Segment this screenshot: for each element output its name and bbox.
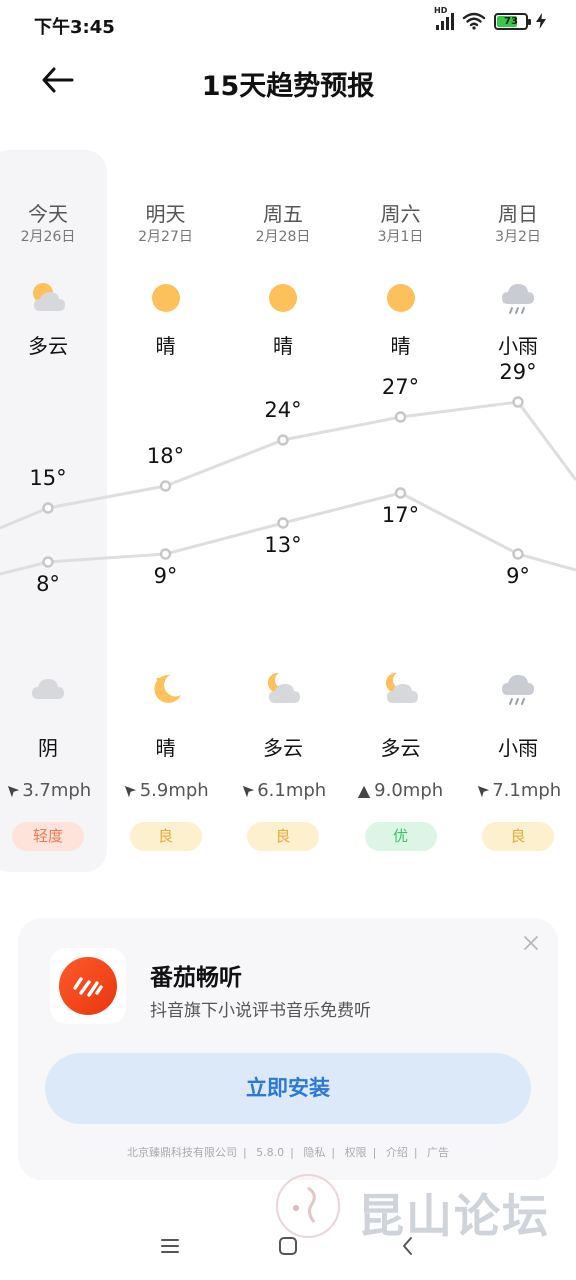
night-condition: 阴 — [38, 736, 58, 760]
sun-icon — [269, 284, 297, 312]
day-date: 2月28日 — [255, 229, 311, 245]
charging-icon — [536, 13, 546, 29]
day-name: 周五 — [263, 202, 303, 226]
app-icon[interactable] — [50, 948, 126, 1024]
forecast-day-column[interactable]: 周六 3月1日 晴 多云 ▲ 9.0mph 优 — [342, 150, 460, 872]
forecast-day-column[interactable]: 明天 2月27日 晴 晴 ➤5.9mph 良 — [107, 150, 225, 872]
night-condition: 多云 — [263, 736, 303, 760]
install-button[interactable]: 立即安装 — [45, 1053, 531, 1124]
header: 15天趋势预报 — [0, 48, 576, 114]
wind-direction-icon: ➤ — [0, 779, 23, 802]
moon-cloud-icon — [267, 672, 300, 703]
sun-icon — [386, 284, 415, 312]
night-condition: 晴 — [155, 736, 176, 760]
cell-signal-icon: HD — [434, 6, 454, 30]
moon-cloud-icon — [385, 672, 418, 703]
day-condition: 小雨 — [498, 334, 538, 358]
wind-speed: ➤3.7mph — [0, 779, 92, 802]
ad-card[interactable]: 番茄畅听 抖音旗下小说评书音乐免费听 立即安装 北京臻鼎科技有限公司 | 5.8.… — [18, 918, 558, 1180]
ad-intro-link[interactable]: 介绍 — [386, 1146, 408, 1159]
wind-speed: ➤6.1mph — [235, 779, 327, 802]
wind-direction-icon: ➤ — [235, 779, 258, 802]
aqi-badge: 良 — [129, 822, 202, 851]
wind-speed: ➤5.9mph — [117, 779, 209, 802]
status-time: 下午3:45 — [34, 17, 115, 38]
ad-meta: 北京臻鼎科技有限公司 | 5.8.0 | 隐私 | 权限 | 介绍 | 广告 — [126, 1146, 450, 1159]
night-condition: 小雨 — [498, 736, 538, 760]
aqi-badge: 轻度 — [12, 822, 84, 851]
forecast-day-column[interactable]: 周日 3月2日 小雨 小雨 ➤7.1mph 良 — [459, 150, 576, 872]
wind-direction-icon: ➤ — [117, 779, 141, 802]
app-name: 番茄畅听 — [150, 965, 242, 991]
day-condition: 多云 — [28, 334, 68, 358]
day-name: 周日 — [498, 202, 538, 226]
page-title: 15天趋势预报 — [201, 71, 375, 102]
forecast-panel[interactable]: 15° 18° 24° 27° 29° 8° 9° 13° 17° 9° 今天 2月26日 多云 … — [0, 150, 576, 872]
day-name: 今天 — [28, 202, 68, 226]
day-name: 明天 — [145, 202, 186, 226]
wind-speed: ➤7.1mph — [470, 779, 562, 802]
forecast-day-column[interactable]: 今天 2月26日 多云 阴 ➤3.7mph 轻度 — [0, 150, 107, 872]
day-date: 3月1日 — [377, 229, 424, 245]
home-icon[interactable] — [276, 1234, 300, 1258]
ad-label: 广告 — [427, 1146, 450, 1159]
wifi-icon — [462, 12, 486, 30]
network-type-label: HD — [434, 6, 448, 15]
system-nav-bar — [0, 1212, 576, 1280]
battery-icon: 73 — [494, 12, 531, 30]
aqi-badge: 良 — [482, 822, 554, 851]
ad-developer: 北京臻鼎科技有限公司 — [126, 1146, 237, 1159]
day-condition: 晴 — [273, 334, 293, 358]
ad-permissions-link[interactable]: 权限 — [345, 1146, 367, 1159]
rain-icon — [502, 284, 534, 314]
moon-icon — [153, 674, 181, 703]
night-condition: 多云 — [380, 736, 421, 760]
day-condition: 晴 — [155, 334, 176, 358]
partly-cloudy-icon — [33, 283, 65, 311]
aqi-badge: 优 — [364, 822, 437, 851]
aqi-badge: 良 — [247, 822, 319, 851]
forecast-day-column[interactable]: 周五 2月28日 晴 多云 ➤6.1mph 良 — [224, 150, 342, 872]
battery-level: 73 — [504, 15, 518, 27]
tomato-listen-logo-icon — [59, 957, 117, 1015]
status-icons: HD 73 — [434, 6, 546, 30]
status-bar: 下午3:45 HD 73 — [0, 0, 576, 48]
menu-icon[interactable] — [158, 1234, 182, 1258]
back-nav-icon[interactable] — [396, 1234, 420, 1258]
app-description: 抖音旗下小说评书音乐免费听 — [150, 1001, 371, 1021]
wind-direction-icon: ➤ — [470, 779, 493, 802]
day-date: 2月27日 — [138, 229, 193, 245]
ad-version: 5.8.0 — [256, 1146, 285, 1159]
cloud-icon — [32, 679, 64, 699]
rain-icon — [502, 675, 534, 705]
day-name: 周六 — [380, 202, 421, 226]
day-date: 2月26日 — [20, 229, 76, 245]
day-condition: 晴 — [390, 334, 411, 358]
ad-privacy-link[interactable]: 隐私 — [303, 1146, 325, 1159]
wind-speed: ▲ 9.0mph — [357, 780, 444, 801]
wind-direction-icon: ▲ — [357, 781, 371, 800]
sun-icon — [151, 284, 180, 312]
close-icon[interactable] — [522, 934, 540, 952]
day-date: 3月2日 — [495, 229, 541, 245]
